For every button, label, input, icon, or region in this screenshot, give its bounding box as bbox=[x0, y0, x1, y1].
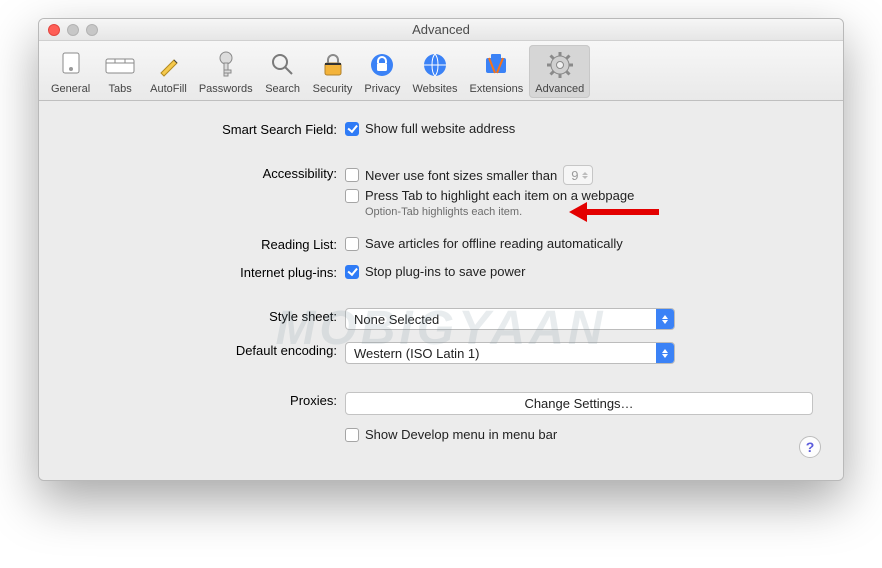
chevron-updown-icon bbox=[656, 343, 674, 363]
toolbar-general-label: General bbox=[51, 83, 90, 95]
toolbar-tabs-label: Tabs bbox=[109, 83, 132, 95]
help-button[interactable]: ? bbox=[799, 436, 821, 458]
toolbar-tabs[interactable]: Tabs bbox=[96, 45, 144, 98]
save-offline-label: Save articles for offline reading automa… bbox=[365, 236, 623, 251]
toolbar-security-label: Security bbox=[313, 83, 353, 95]
reading-list-label: Reading List: bbox=[69, 236, 345, 252]
stylesheet-label: Style sheet: bbox=[69, 308, 345, 324]
websites-icon bbox=[417, 49, 453, 81]
font-size-stepper[interactable]: 9 bbox=[563, 165, 593, 185]
toolbar-search[interactable]: Search bbox=[259, 45, 307, 98]
extensions-icon bbox=[478, 49, 514, 81]
stop-plugins-label: Stop plug-ins to save power bbox=[365, 264, 525, 279]
toolbar-search-label: Search bbox=[265, 83, 300, 95]
titlebar: Advanced bbox=[39, 19, 843, 41]
show-full-address-label: Show full website address bbox=[365, 121, 515, 136]
general-icon bbox=[53, 49, 89, 81]
show-develop-checkbox[interactable] bbox=[345, 428, 359, 442]
toolbar-passwords[interactable]: Passwords bbox=[193, 45, 259, 98]
toolbar-security[interactable]: Security bbox=[307, 45, 359, 98]
autofill-icon bbox=[150, 49, 186, 81]
preferences-window: Advanced General Tabs AutoFill Passwords bbox=[38, 18, 844, 481]
help-icon: ? bbox=[806, 439, 815, 455]
encoding-value: Western (ISO Latin 1) bbox=[346, 346, 656, 361]
toolbar-websites[interactable]: Websites bbox=[406, 45, 463, 98]
toolbar-advanced[interactable]: Advanced bbox=[529, 45, 590, 98]
change-settings-button[interactable]: Change Settings… bbox=[345, 392, 813, 415]
toolbar-advanced-label: Advanced bbox=[535, 83, 584, 95]
toolbar-privacy[interactable]: Privacy bbox=[358, 45, 406, 98]
encoding-select[interactable]: Western (ISO Latin 1) bbox=[345, 342, 675, 364]
annotation-arrow bbox=[569, 203, 659, 221]
encoding-label: Default encoding: bbox=[69, 342, 345, 358]
preferences-toolbar: General Tabs AutoFill Passwords Search bbox=[39, 41, 843, 101]
content-area: MOBIGYAAN Smart Search Field: Show full … bbox=[39, 101, 843, 480]
toolbar-extensions-label: Extensions bbox=[469, 83, 523, 95]
toolbar-websites-label: Websites bbox=[412, 83, 457, 95]
tabs-icon bbox=[102, 49, 138, 81]
never-font-smaller-label: Never use font sizes smaller than bbox=[365, 168, 557, 183]
never-font-smaller-checkbox[interactable] bbox=[345, 168, 359, 182]
privacy-icon bbox=[364, 49, 400, 81]
toolbar-extensions[interactable]: Extensions bbox=[463, 45, 529, 98]
passwords-icon bbox=[208, 49, 244, 81]
advanced-icon bbox=[542, 49, 578, 81]
proxies-label: Proxies: bbox=[69, 392, 345, 408]
security-icon bbox=[315, 49, 351, 81]
toolbar-passwords-label: Passwords bbox=[199, 83, 253, 95]
chevron-updown-icon bbox=[656, 309, 674, 329]
toolbar-privacy-label: Privacy bbox=[364, 83, 400, 95]
press-tab-checkbox[interactable] bbox=[345, 189, 359, 203]
font-size-value: 9 bbox=[571, 168, 578, 183]
window-title: Advanced bbox=[39, 22, 843, 37]
press-tab-label: Press Tab to highlight each item on a we… bbox=[365, 188, 634, 203]
stylesheet-select[interactable]: None Selected bbox=[345, 308, 675, 330]
toolbar-general[interactable]: General bbox=[45, 45, 96, 98]
show-full-address-checkbox[interactable] bbox=[345, 122, 359, 136]
stop-plugins-checkbox[interactable] bbox=[345, 265, 359, 279]
show-develop-label: Show Develop menu in menu bar bbox=[365, 427, 557, 442]
toolbar-autofill-label: AutoFill bbox=[150, 83, 187, 95]
search-icon bbox=[265, 49, 301, 81]
smart-search-label: Smart Search Field: bbox=[69, 121, 345, 137]
save-offline-checkbox[interactable] bbox=[345, 237, 359, 251]
plugins-label: Internet plug-ins: bbox=[69, 264, 345, 280]
stylesheet-value: None Selected bbox=[346, 312, 656, 327]
toolbar-autofill[interactable]: AutoFill bbox=[144, 45, 193, 98]
accessibility-label: Accessibility: bbox=[69, 165, 345, 181]
